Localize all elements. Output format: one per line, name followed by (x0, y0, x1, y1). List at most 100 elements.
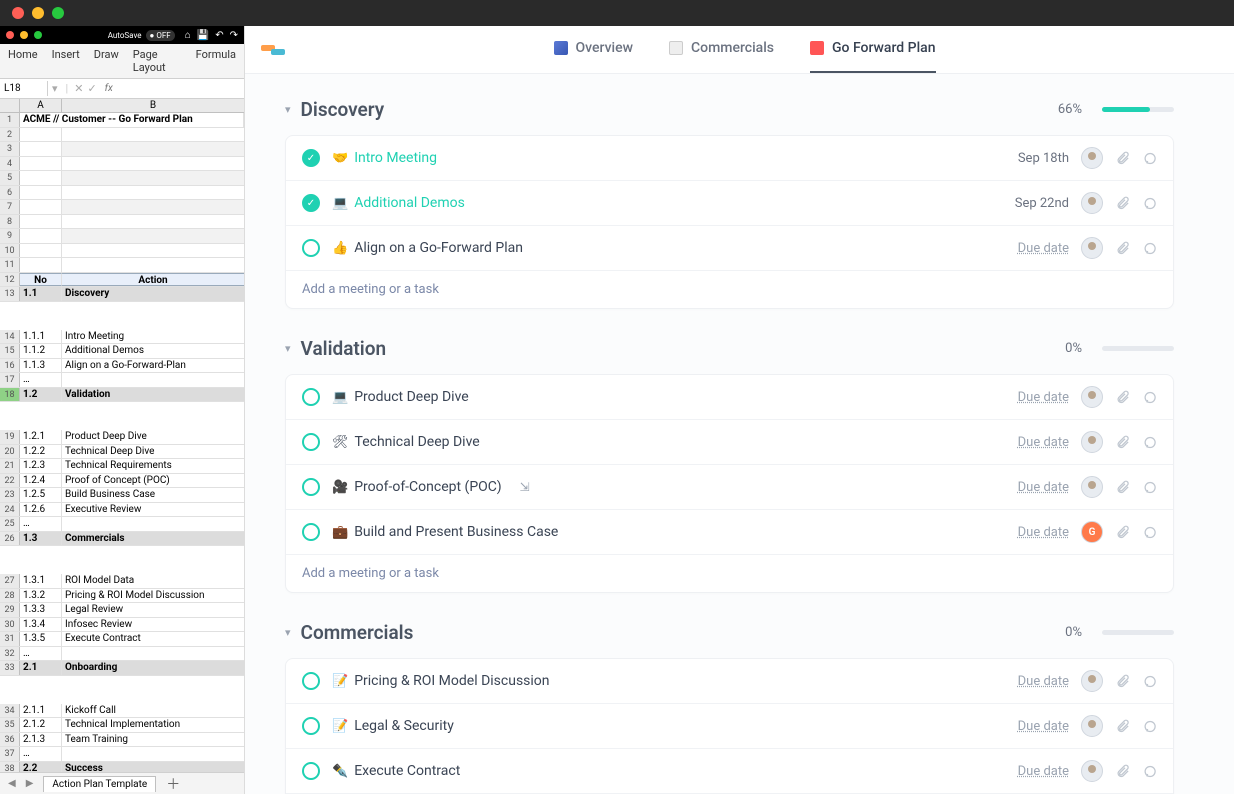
row-number[interactable]: 38 (0, 762, 20, 773)
excel-row[interactable]: 8 (0, 215, 244, 230)
row-number[interactable]: 11 (0, 258, 20, 272)
cell[interactable]: … (20, 747, 62, 761)
cell[interactable]: 1.3 (20, 532, 62, 546)
minimize-dot[interactable] (32, 7, 44, 19)
cell[interactable]: 1.2 (20, 388, 62, 402)
excel-menu-formula[interactable]: Formula (196, 48, 236, 74)
row-number[interactable]: 22 (0, 474, 20, 488)
comment-icon[interactable] (1142, 674, 1157, 689)
cell[interactable]: Action (62, 273, 244, 287)
cell[interactable]: 1.3.2 (20, 589, 62, 603)
task-checkbox[interactable] (302, 762, 320, 780)
excel-row[interactable]: 352.1.2Technical Implementation (0, 718, 244, 733)
column-header-a[interactable]: A (20, 99, 62, 112)
cell[interactable] (20, 171, 62, 185)
row-number[interactable]: 36 (0, 733, 20, 747)
row-number[interactable]: 14 (0, 330, 20, 344)
cell[interactable]: Technical Deep Dive (62, 445, 244, 459)
attachment-icon[interactable] (1115, 480, 1130, 495)
tab-overview[interactable]: Overview (554, 40, 633, 60)
section-header[interactable]: ▾Validation0% (285, 337, 1174, 360)
row-number[interactable]: 9 (0, 229, 20, 243)
cell[interactable]: Legal Review (62, 603, 244, 617)
excel-row[interactable]: 1ACME // Customer -- Go Forward Plan (0, 113, 244, 128)
cell[interactable]: 1.2.2 (20, 445, 62, 459)
cancel-icon[interactable]: ✕ (72, 82, 85, 95)
cell[interactable]: 2.1.1 (20, 704, 62, 718)
cell[interactable] (62, 244, 244, 258)
row-number[interactable]: 28 (0, 589, 20, 603)
cell[interactable] (62, 229, 244, 243)
due-date-button[interactable]: Due date (1018, 674, 1069, 689)
row-number[interactable]: 6 (0, 186, 20, 200)
cell[interactable] (20, 142, 62, 156)
row-number[interactable]: 18 (0, 388, 20, 402)
cell[interactable] (62, 647, 244, 661)
assignee-avatar[interactable] (1081, 192, 1103, 214)
assignee-avatar[interactable] (1081, 670, 1103, 692)
cell[interactable]: No (20, 273, 62, 287)
cell[interactable]: 1.1.2 (20, 344, 62, 358)
row-number[interactable]: 26 (0, 532, 20, 546)
excel-row[interactable]: 382.2Success (0, 762, 244, 773)
cell[interactable]: Onboarding (62, 661, 244, 675)
assignee-avatar[interactable] (1081, 147, 1103, 169)
row-number[interactable]: 13 (0, 287, 20, 301)
task-checkbox[interactable] (302, 433, 320, 451)
assignee-avatar[interactable]: G (1081, 521, 1103, 543)
task-row[interactable]: ✓💻Additional DemosSep 22nd (286, 181, 1173, 226)
section-header[interactable]: ▾Discovery66% (285, 98, 1174, 121)
excel-row[interactable]: 311.3.5Execute Contract (0, 632, 244, 647)
excel-row[interactable]: 32… (0, 647, 244, 662)
cell[interactable] (62, 171, 244, 185)
cell[interactable] (62, 517, 244, 531)
add-sheet-icon[interactable]: ＋ (166, 774, 180, 794)
sheet-tab[interactable]: Action Plan Template (43, 776, 156, 792)
row-number[interactable]: 34 (0, 704, 20, 718)
comment-icon[interactable] (1142, 525, 1157, 540)
cell[interactable]: … (20, 517, 62, 531)
cell[interactable]: Pricing & ROI Model Discussion (62, 589, 244, 603)
row-number[interactable]: 33 (0, 661, 20, 675)
cell[interactable]: Additional Demos (62, 344, 244, 358)
comment-icon[interactable] (1142, 390, 1157, 405)
excel-row[interactable]: 25… (0, 517, 244, 532)
subtask-icon[interactable]: ⇲ (520, 480, 530, 494)
row-number[interactable]: 2 (0, 128, 20, 142)
cell[interactable]: Intro Meeting (62, 330, 244, 344)
task-checkbox[interactable] (302, 239, 320, 257)
row-number[interactable]: 12 (0, 273, 20, 287)
excel-grid[interactable]: 1ACME // Customer -- Go Forward Plan2 34 5… (0, 113, 244, 772)
add-task-button[interactable]: Add a meeting or a task (286, 555, 1173, 592)
task-checkbox[interactable] (302, 478, 320, 496)
excel-row[interactable]: 6 (0, 186, 244, 201)
excel-minimize-dot[interactable] (20, 31, 28, 39)
tab-commercials[interactable]: Commercials (669, 40, 774, 60)
excel-row[interactable]: 3 (0, 142, 244, 157)
due-date-button[interactable]: Due date (1018, 480, 1069, 495)
excel-menu-home[interactable]: Home (8, 48, 38, 74)
row-number[interactable]: 19 (0, 430, 20, 444)
cell[interactable]: 1.2.1 (20, 430, 62, 444)
due-date-button[interactable]: Due date (1018, 435, 1069, 450)
row-number[interactable]: 27 (0, 574, 20, 588)
confirm-icon[interactable]: ✓ (85, 82, 98, 95)
row-number[interactable]: 5 (0, 171, 20, 185)
row-number[interactable]: 10 (0, 244, 20, 258)
row-number[interactable]: 30 (0, 618, 20, 632)
sheet-next-icon[interactable]: ▶ (26, 778, 34, 789)
attachment-icon[interactable] (1115, 764, 1130, 779)
add-task-button[interactable]: Add a meeting or a task (286, 271, 1173, 308)
excel-row[interactable]: 141.1.1Intro Meeting (0, 330, 244, 345)
due-date-button[interactable]: Due date (1018, 764, 1069, 779)
cell[interactable] (62, 215, 244, 229)
cell[interactable] (62, 142, 244, 156)
excel-row[interactable]: 7 (0, 200, 244, 215)
task-checkbox[interactable] (302, 523, 320, 541)
excel-row[interactable]: 342.1.1Kickoff Call (0, 704, 244, 719)
cell[interactable]: Validation (62, 388, 244, 402)
row-number[interactable]: 32 (0, 647, 20, 661)
excel-row[interactable]: 281.3.2Pricing & ROI Model Discussion (0, 589, 244, 604)
cell[interactable] (20, 215, 62, 229)
cell[interactable] (62, 128, 244, 142)
